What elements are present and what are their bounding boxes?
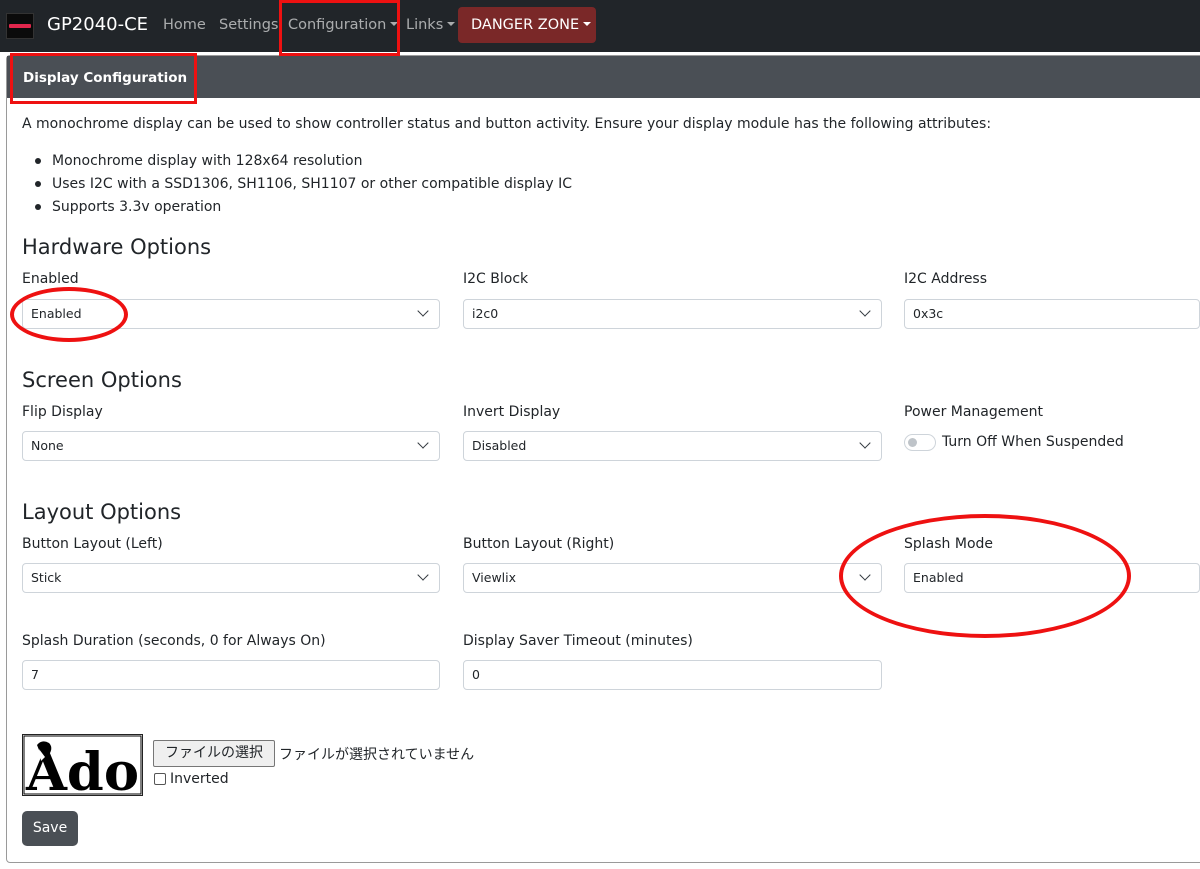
turn-off-when-suspended-toggle[interactable] [904,434,936,451]
list-item: Uses I2C with a SSD1306, SH1106, SH1107 … [22,175,572,198]
i2c-address-label: I2C Address [904,271,988,287]
intro-text: A monochrome display can be used to show… [22,116,992,132]
top-navbar: GP2040-CE Home Settings Configuration Li… [0,0,1200,52]
flip-display-label: Flip Display [22,404,103,420]
annotation-rect-configuration [279,0,400,56]
display-saver-timeout-label: Display Saver Timeout (minutes) [463,633,693,649]
button-layout-right-value: Viewlix [472,570,517,585]
i2c-block-select[interactable]: i2c0 [463,299,882,329]
brand-logo-icon[interactable] [6,13,34,39]
save-button[interactable]: Save [22,811,78,846]
chevron-down-icon [417,569,429,581]
chevron-down-icon [417,437,429,449]
requirements-list: Monochrome display with 128x64 resolutio… [22,152,572,221]
splash-image-preview: Ado [22,734,143,803]
i2c-address-input[interactable]: 0x3c [904,299,1200,329]
enabled-label: Enabled [22,271,79,287]
flip-display-select-value: None [31,438,64,453]
layout-options-heading: Layout Options [22,500,182,524]
splash-duration-label: Splash Duration (seconds, 0 for Always O… [22,633,326,649]
nav-links-label: Links [406,17,444,33]
inverted-checkbox[interactable] [154,773,166,785]
file-status-text: ファイルが選択されていません [279,747,475,763]
invert-display-select-value: Disabled [472,438,527,453]
power-management-label: Power Management [904,404,1044,420]
i2c-block-select-value: i2c0 [472,306,499,321]
nav-home-link[interactable]: Home [163,17,206,33]
inverted-label: Inverted [170,771,229,787]
nav-settings-link[interactable]: Settings [219,17,278,33]
list-item: Monochrome display with 128x64 resolutio… [22,152,572,175]
display-saver-timeout-input[interactable]: 0 [463,660,882,690]
chevron-down-icon [417,305,429,317]
button-layout-left-label: Button Layout (Left) [22,536,163,552]
hardware-options-heading: Hardware Options [22,235,212,259]
annotation-ellipse-splash-mode [839,514,1131,638]
annotation-ellipse-enabled [10,287,128,342]
nav-links-dropdown[interactable]: Links [406,17,456,33]
danger-zone-dropdown[interactable]: DANGER ZONE [458,7,596,43]
button-layout-left-select[interactable]: Stick [22,563,440,593]
caret-down-icon [447,22,456,26]
i2c-block-label: I2C Block [463,271,529,287]
flip-display-select[interactable]: None [22,431,440,461]
choose-file-button[interactable]: ファイルの選択 [153,740,275,767]
toggle-knob [908,438,917,447]
splash-image-art: Ado [23,735,142,803]
button-layout-right-label: Button Layout (Right) [463,536,615,552]
invert-display-select[interactable]: Disabled [463,431,882,461]
splash-duration-input[interactable]: 7 [22,660,440,690]
screen-options-heading: Screen Options [22,368,182,392]
danger-zone-label: DANGER ZONE [471,17,580,33]
invert-display-label: Invert Display [463,404,561,420]
annotation-rect-display-config [10,53,197,104]
list-item: Supports 3.3v operation [22,198,572,221]
chevron-down-icon [859,305,871,317]
brand-name[interactable]: GP2040-CE [47,14,148,35]
button-layout-right-select[interactable]: Viewlix [463,563,882,593]
button-layout-left-value: Stick [31,570,62,585]
caret-down-icon [583,22,592,26]
chevron-down-icon [859,437,871,449]
turn-off-when-suspended-label: Turn Off When Suspended [942,434,1124,450]
